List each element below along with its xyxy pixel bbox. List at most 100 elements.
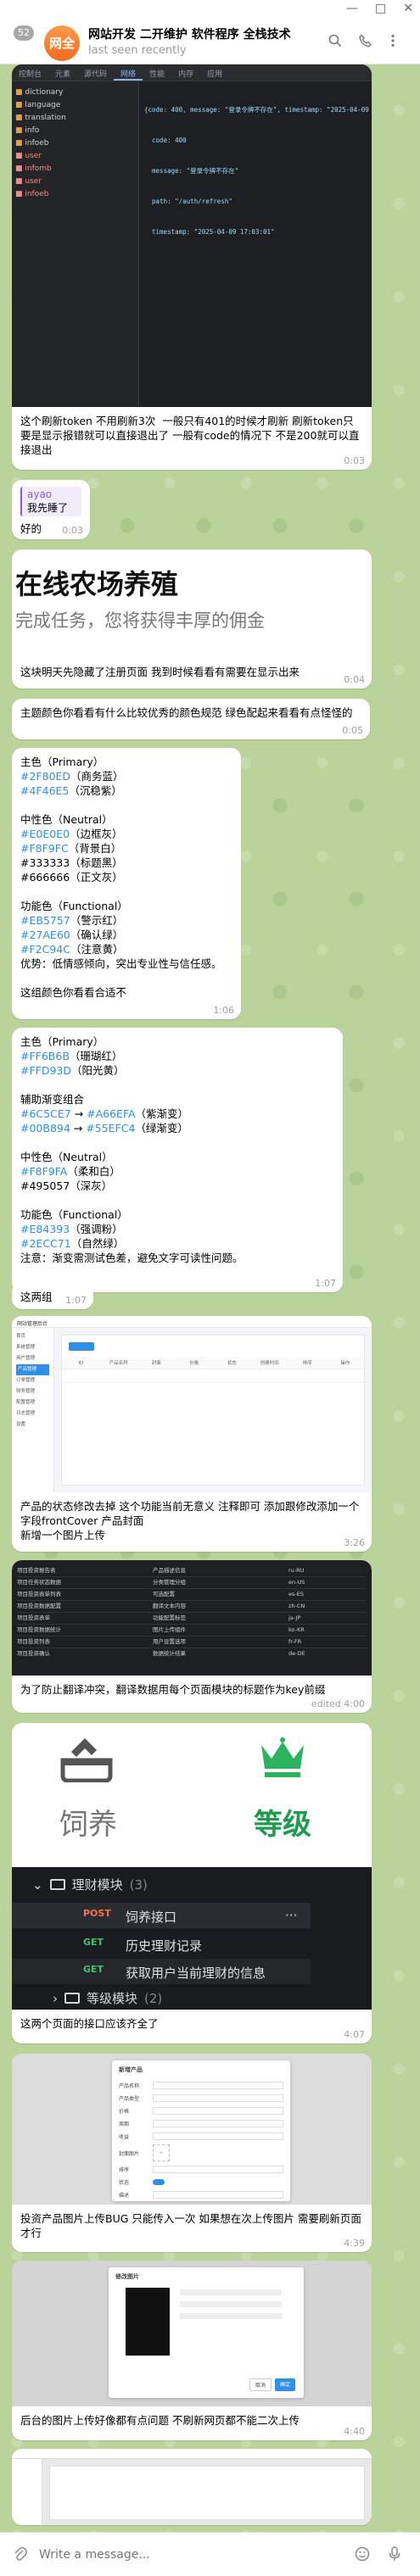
api-item[interactable]: GET 获取用户当前理财的信息 (83, 1964, 266, 1982)
message-bubble[interactable]: ayao 我先睡了 好的 0:03 (12, 480, 90, 539)
tree-item[interactable]: ■ info (15, 125, 135, 137)
color-hex[interactable]: #6C5CE7 (20, 1107, 71, 1120)
color-hex[interactable]: #4F46E5 (20, 784, 69, 797)
cancel-button[interactable]: 取消 (249, 2378, 272, 2391)
confirm-button[interactable]: 确定 (274, 2378, 295, 2391)
color-hex[interactable]: #FF6B6B (20, 1050, 70, 1062)
color-hex[interactable]: #E84393 (20, 1223, 70, 1235)
more-icon[interactable]: ··· (285, 1908, 297, 1923)
color-hex[interactable]: #F8F9FC (20, 842, 69, 855)
devtools-tab[interactable]: 应用 (200, 64, 229, 81)
sidebar-item[interactable]: 首页 (16, 1331, 49, 1342)
sidebar-item[interactable]: 产品管理 (16, 1364, 49, 1375)
partial-screenshot[interactable] (12, 2449, 372, 2525)
message-bubble[interactable]: 控制台 元素 源代码 网络 性能 内存 应用 ■ dictionary ■ la… (12, 64, 372, 470)
tree-item[interactable]: ■ language (15, 99, 135, 112)
devtools-screenshot[interactable]: 控制台 元素 源代码 网络 性能 内存 应用 ■ dictionary ■ la… (12, 64, 372, 407)
sidebar-item[interactable]: 日志管理 (16, 1408, 49, 1419)
message-bubble[interactable]: 新增产品 产品名称 产品类型 价格 周期 收益 封面图片 + 排序 状态 描述 投… (12, 2054, 372, 2252)
add-product-button[interactable] (69, 1342, 94, 1351)
table-row[interactable]: 项目投资列表 用户设置选项 fr-FR (17, 1636, 367, 1648)
color-hex[interactable]: #55EFC4 (86, 1122, 135, 1135)
message-bubble[interactable]: 主色（Primary） #2F80ED（商务蓝） #4F46E5（沉稳紫） 中性… (12, 748, 241, 1019)
tree-item[interactable]: ■ user (15, 150, 135, 163)
color-hex[interactable]: #F2C94C (20, 943, 70, 956)
microphone-icon[interactable] (389, 2546, 400, 2566)
api-folder[interactable]: ⌄ 理财模块 (3) (32, 1876, 148, 1893)
form-input[interactable] (153, 2133, 283, 2140)
devtools-tab[interactable]: 元素 (48, 64, 77, 81)
color-hex[interactable]: #FFD93D (20, 1064, 71, 1077)
more-icon[interactable] (390, 34, 395, 51)
status-toggle[interactable] (153, 2179, 165, 2185)
sidebar-item[interactable]: 订单管理 (16, 1375, 49, 1386)
maximize-button[interactable]: □ (375, 2, 386, 15)
reply-preview[interactable]: ayao 我先睡了 (20, 487, 81, 516)
message-bubble[interactable]: 这两组 1:07 (12, 1282, 93, 1309)
tree-item[interactable]: ■ infoeb (15, 188, 135, 201)
table-row[interactable] (62, 1369, 364, 1383)
form-input[interactable] (153, 2082, 283, 2089)
table-row[interactable]: 项目投资表单 功能配置标签 ja-JP (17, 1613, 367, 1625)
message-bubble[interactable]: 网站管理后台 首页 系统管理 用户管理 产品管理 订单管理 财务管理 配置管理 … (12, 1316, 372, 1552)
message-bubble[interactable]: 主色（Primary） #FF6B6B（珊瑚红） #FFD93D（阳光黄） 辅助… (12, 1028, 343, 1292)
table-row[interactable]: 项目投资数据配置 翻译文本内容 zh-CN (17, 1601, 367, 1613)
tree-item[interactable]: ■ infomb (15, 163, 135, 176)
table-row[interactable]: 项目投资报告表 产品描述信息 ru-RU (17, 1565, 367, 1577)
sidebar-item[interactable]: 配置管理 (16, 1397, 49, 1408)
tree-item[interactable]: ■ infoeb (15, 137, 135, 150)
api-tree-screenshot[interactable]: ⌄ 理财模块 (3) POST 饲养接口 ··· GET 历史理财记录 GET … (12, 1867, 372, 2010)
upload-plus-icon[interactable]: + (153, 2144, 170, 2161)
call-icon[interactable] (359, 34, 372, 51)
form-input[interactable] (153, 2107, 283, 2115)
message-bubble[interactable]: 项目投资报告表 产品描述信息 ru-RU 项目任务状态数据 分类管理分组 en-US 项… (12, 1560, 372, 1713)
devtools-tab[interactable]: 源代码 (77, 64, 114, 81)
form-textarea[interactable] (153, 2191, 283, 2199)
icons-screenshot[interactable]: 饲养 等级 (12, 1723, 372, 1867)
form-select[interactable] (153, 2094, 283, 2102)
minimize-button[interactable]: — (346, 2, 358, 15)
emoji-icon[interactable] (355, 2546, 370, 2566)
translation-screenshot[interactable]: 项目投资报告表 产品描述信息 ru-RU 项目任务状态数据 分类管理分组 en-US 项… (12, 1560, 372, 1676)
sidebar-item[interactable]: 财务管理 (16, 1386, 49, 1397)
message-bubble[interactable]: 在线农场养殖 完成任务，您将获得丰厚的佣金 这块明天先隐藏了注册页面 我到时候看… (12, 549, 372, 689)
color-hex[interactable]: #A66EFA (87, 1107, 135, 1120)
devtools-tab[interactable]: 网络 (114, 64, 143, 81)
form-input[interactable] (153, 2120, 283, 2127)
attach-icon[interactable] (14, 2546, 28, 2566)
color-hex[interactable]: #F8F9FA (20, 1165, 67, 1178)
tree-item[interactable]: ■ user (15, 176, 135, 188)
table-row[interactable]: 项目投资数据统计 图片上传组件 ko-KR (17, 1625, 367, 1636)
color-hex[interactable]: #00B894 (20, 1122, 70, 1135)
sidebar-item[interactable]: 系统管理 (16, 1342, 49, 1353)
upload-dialog-screenshot[interactable]: 修改图片 取消 确定 (12, 2261, 372, 2406)
message-input[interactable] (39, 2545, 328, 2565)
sidebar-item[interactable]: 用户管理 (16, 1353, 49, 1364)
message-bubble[interactable]: 修改图片 取消 确定 后台的图片上传好像都有点问题 不刷新网页都不能二次上传 4… (12, 2261, 372, 2440)
devtools-tab[interactable]: 内存 (171, 64, 200, 81)
color-hex[interactable]: #27AE60 (20, 928, 70, 941)
form-input[interactable] (153, 2166, 283, 2173)
tree-item[interactable]: ■ dictionary (15, 86, 135, 99)
sidebar-item[interactable]: 设置 (16, 1419, 49, 1430)
form-input[interactable] (180, 2289, 282, 2295)
back-unread-badge[interactable]: 52 (14, 25, 34, 41)
table-row[interactable]: 项目投资确认 数据统计结果 de-DE (17, 1648, 367, 1659)
form-input[interactable] (180, 2313, 282, 2319)
chat-avatar[interactable]: 网全 (44, 25, 80, 61)
devtools-tab[interactable]: 性能 (143, 64, 171, 81)
message-bubble[interactable] (12, 2449, 372, 2525)
table-row[interactable]: 项目任务状态数据 分类管理分组 en-US (17, 1577, 367, 1589)
search-icon[interactable] (328, 34, 342, 51)
chat-title[interactable]: 网站开发 二开维护 软件程序 全栈技术 (88, 25, 292, 42)
form-input[interactable] (180, 2301, 282, 2307)
close-button[interactable]: ✕ (403, 2, 413, 15)
banner-screenshot[interactable]: 在线农场养殖 完成任务，您将获得丰厚的佣金 (12, 549, 372, 663)
message-bubble[interactable]: 饲养 等级 ⌄ 理财模块 (3) POST 饲养接口 ··· GET 历史理财记… (12, 1723, 372, 2044)
admin-screenshot[interactable]: 网站管理后台 首页 系统管理 用户管理 产品管理 订单管理 财务管理 配置管理 … (12, 1316, 372, 1492)
color-hex[interactable]: #2ECC71 (20, 1237, 71, 1250)
table-row[interactable]: 项目投资表单列表 可选配置 es-ES (17, 1589, 367, 1601)
tree-item[interactable]: ■ translation (15, 112, 135, 125)
api-item[interactable]: GET 历史理财记录 (83, 1937, 202, 1954)
devtools-tab[interactable]: 控制台 (12, 64, 48, 81)
